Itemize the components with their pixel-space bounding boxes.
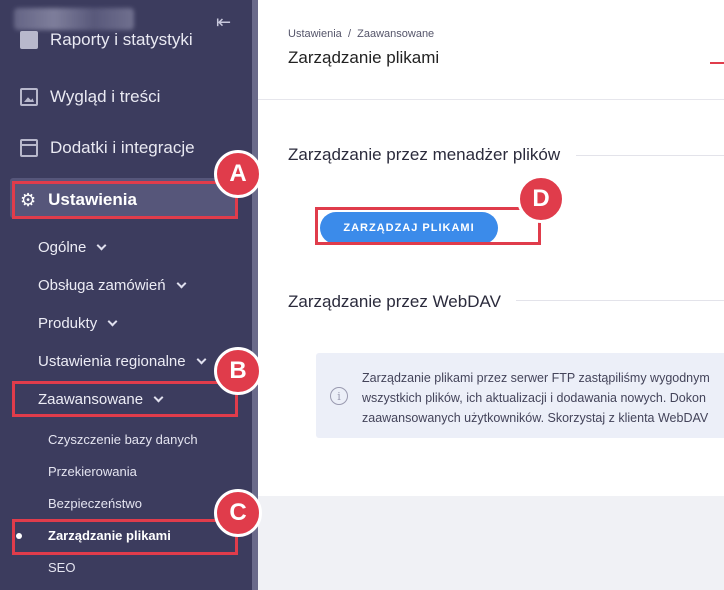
- sidebar-item-label: Wygląd i treści: [50, 87, 161, 106]
- annotation-marker-b: B: [214, 347, 262, 395]
- header-accent-line: [710, 62, 724, 64]
- sidebar-sub-regional[interactable]: Ustawienia regionalne: [38, 350, 207, 372]
- section-title-file-manager: Zarządzanie przez menadżer plików: [288, 145, 561, 164]
- chevron-down-icon: [176, 278, 187, 288]
- annotation-marker-a: A: [214, 150, 262, 198]
- breadcrumb-separator: /: [347, 28, 351, 40]
- annotation-box-a: [12, 181, 238, 219]
- annotation-box-c: [12, 519, 238, 555]
- sidebar-sub-general[interactable]: Ogólne: [38, 236, 107, 258]
- info-line: Zarządzanie plikami przez serwer FTP zas…: [362, 371, 710, 385]
- chevron-down-icon: [196, 354, 207, 364]
- breadcrumb-root[interactable]: Ustawienia: [288, 28, 342, 40]
- sub-label: Obsługa zamówień: [38, 276, 166, 294]
- section-divider: [516, 300, 724, 301]
- sidebar-item-reports[interactable]: Raporty i statystyki: [0, 28, 252, 64]
- breadcrumb-current[interactable]: Zaawansowane: [357, 28, 434, 40]
- reports-icon: [20, 31, 38, 49]
- sub-label: Ustawienia regionalne: [38, 352, 186, 370]
- store-logo: [14, 8, 134, 30]
- annotation-box-d: [315, 207, 541, 245]
- chevron-down-icon: [96, 240, 107, 250]
- info-text: Zarządzanie plikami przez serwer FTP zas…: [362, 368, 724, 428]
- sidebar-sub2-seo[interactable]: SEO: [48, 559, 75, 577]
- chevron-down-icon: [107, 316, 118, 326]
- sidebar-sub-orders[interactable]: Obsługa zamówień: [38, 274, 187, 296]
- image-icon: [20, 88, 38, 106]
- sub-label: Produkty: [38, 314, 98, 332]
- annotation-marker-c: C: [214, 489, 262, 537]
- section-title-webdav: Zarządzanie przez WebDAV: [288, 292, 501, 311]
- annotation-marker-d: D: [517, 175, 565, 223]
- section-divider: [576, 155, 724, 156]
- sub-label: Ogólne: [38, 238, 87, 256]
- breadcrumb: Ustawienia / Zaawansowane: [288, 28, 434, 40]
- sidebar-item-appearance[interactable]: Wygląd i treści: [0, 75, 252, 119]
- sidebar-sub2-security[interactable]: Bezpieczeństwo: [48, 495, 142, 513]
- sidebar-sub-products[interactable]: Produkty: [38, 312, 118, 334]
- info-icon: i: [330, 387, 348, 405]
- page-header: Ustawienia / Zaawansowane Zarządzanie pl…: [258, 0, 724, 100]
- sidebar-sub2-redirects[interactable]: Przekierowania: [48, 463, 137, 481]
- info-box: i Zarządzanie plikami przez serwer FTP z…: [316, 353, 724, 438]
- info-line: wszystkich plików, ich aktualizacji i do…: [362, 391, 706, 405]
- sidebar-item-label: Raporty i statystyki: [50, 30, 193, 49]
- annotation-box-b: [12, 381, 238, 417]
- calendar-icon: [20, 139, 38, 157]
- sidebar-sub2-db-cleanup[interactable]: Czyszczenie bazy danych: [48, 431, 198, 449]
- page-title: Zarządzanie plikami: [288, 48, 440, 67]
- sidebar-item-addons[interactable]: Dodatki i integracje: [0, 126, 252, 170]
- info-line: zaawansowanych użytkowników. Skorzystaj …: [362, 411, 709, 425]
- sidebar-item-label: Dodatki i integracje: [50, 138, 195, 157]
